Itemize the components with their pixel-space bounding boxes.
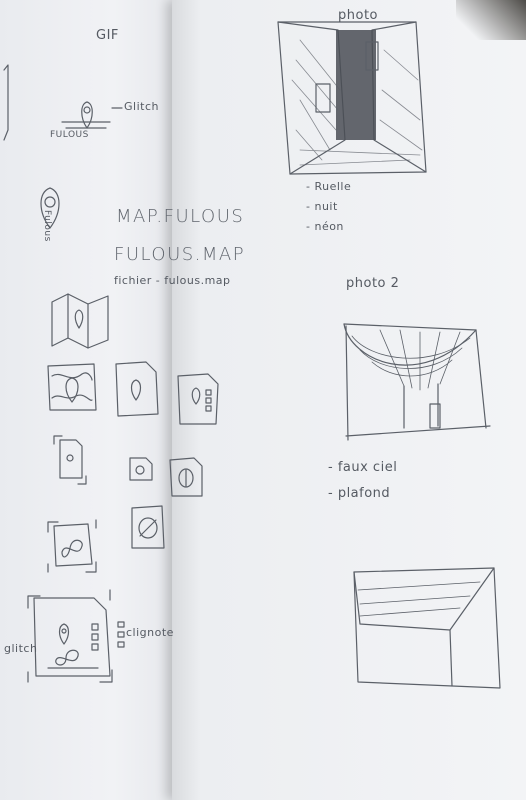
fulous-small-label: FULOUS <box>50 130 89 140</box>
fichier-label: fichier - fulous.map <box>114 274 231 287</box>
tiny-file-icon <box>129 457 153 481</box>
photo2-label: photo 2 <box>346 276 400 291</box>
photo-3-sketch <box>353 567 501 689</box>
folded-map-icon <box>51 293 109 349</box>
photo1-note-1: - Ruelle <box>306 180 352 193</box>
map-fulous-title: MAP.FULOUS <box>116 206 245 227</box>
clignote-label: clignote <box>126 626 174 639</box>
photo1-note-3: - néon <box>306 220 344 233</box>
photo-1-sketch <box>277 21 427 175</box>
file-fulous-icon <box>115 361 159 417</box>
knot-file-icon <box>131 505 165 549</box>
margin-mark <box>3 64 9 141</box>
glitch-pin-icon <box>61 101 123 129</box>
notebook-photo: GIF Glitch FULOUS Fulous MAP.FULOUS FULO… <box>0 0 526 800</box>
photo2-note-1: - faux ciel <box>328 460 398 475</box>
fulous-map-title: FULOUS.MAP <box>114 244 246 265</box>
pencil-sketches <box>3 21 501 689</box>
framed-squiggle-icon <box>47 519 97 573</box>
fulous-vertical-label: Fulous <box>42 210 52 242</box>
circle-file-icon <box>169 457 203 497</box>
gif-label: GIF <box>96 28 119 43</box>
terrain-map-icon <box>47 363 97 411</box>
photo-label: photo <box>338 8 378 23</box>
framed-file-icon <box>53 435 87 485</box>
photo1-note-2: - nuit <box>306 200 338 213</box>
glitch-bottom-label: glitch <box>4 642 38 655</box>
photo2-note-2: - plafond <box>328 486 391 501</box>
large-glitch-file-icon <box>27 589 125 683</box>
photo-2-sketch <box>343 323 491 441</box>
file-pin-icon <box>177 373 219 425</box>
glitch-label: Glitch <box>124 100 159 113</box>
